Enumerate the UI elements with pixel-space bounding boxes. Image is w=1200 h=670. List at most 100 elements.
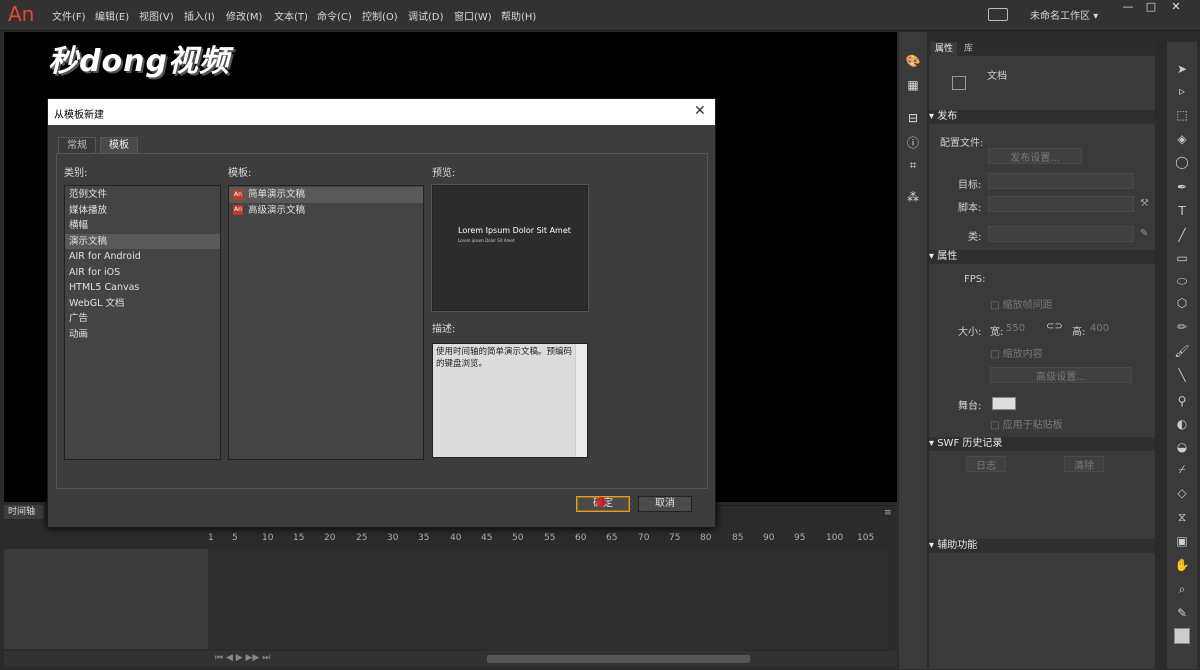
template-list[interactable]: An 简单演示文稿 An 高级演示文稿 [228,185,424,460]
tab-timeline[interactable]: 时间轴 [4,505,44,519]
tab-library[interactable]: 库 [960,42,977,56]
ruler-tick: 70 [638,533,650,543]
info-icon[interactable]: ⓘ [904,134,922,152]
close-window-button[interactable]: ✕ [1165,0,1187,13]
section-properties[interactable]: ▾ 属性 [929,250,1155,264]
list-item-selected[interactable]: 演示文稿 [65,233,220,249]
pencil-tool-icon[interactable]: ✏ [1170,320,1194,338]
color-icon[interactable]: 🎨 [904,54,922,72]
paint-brush-icon[interactable]: ╲ [1170,368,1194,386]
camera-tool-icon[interactable]: ▣ [1170,534,1194,552]
tab-general[interactable]: 常规 [58,137,96,154]
section-swf-history[interactable]: ▾ SWF 历史记录 [929,437,1155,451]
lasso-icon[interactable]: ◯ [1170,155,1194,173]
eraser-tool-icon[interactable]: ◇ [1170,486,1194,504]
publish-settings-button[interactable]: 发布设置... [988,148,1082,164]
list-item[interactable]: 范例文件 [65,187,220,203]
menu-edit[interactable]: 编辑(E) [95,8,129,23]
line-tool-icon[interactable]: ╱ [1170,228,1194,246]
cancel-button[interactable]: 取消 [638,496,692,512]
transform-icon[interactable]: ⌗ [904,158,922,176]
link-icon[interactable]: ⊂⊃ [1046,321,1063,332]
tab-templates[interactable]: 模板 [100,137,138,154]
playback-controls-icon[interactable]: ⏮ ◀ ▶ ▶▶ ⏭ [215,653,270,663]
sync-settings-icon[interactable] [988,8,1008,21]
subselection-tool-icon[interactable]: ▹ [1170,84,1194,102]
list-item[interactable]: 动画 [65,327,220,343]
oval-tool-icon[interactable]: ⬭ [1170,274,1194,292]
stage-color-swatch[interactable] [992,397,1016,410]
selection-tool-icon[interactable]: ➤ [1170,62,1194,80]
brush-tool-icon[interactable]: 🖌 [1170,344,1194,362]
align-icon[interactable]: ⊟ [904,111,922,129]
ruler-tick: 75 [669,533,681,543]
class-input[interactable] [988,226,1134,242]
log-button[interactable]: 日志 [966,456,1006,472]
section-properties-title: 属性 [937,251,958,262]
workspace-switcher[interactable]: 未命名工作区 ▾ [1030,7,1098,22]
list-item[interactable]: 广告 [65,311,220,327]
tab-properties[interactable]: 属性 [931,42,958,56]
clear-button[interactable]: 清除 [1064,456,1104,472]
description-box[interactable]: 使用时间轴的简单演示文稿。预编码的键盘浏览。 [432,343,588,458]
fill-color-swatch[interactable] [1174,628,1190,644]
menu-help[interactable]: 帮助(H) [501,8,536,23]
section-accessibility[interactable]: ▾ 辅助功能 [929,539,1155,553]
wrench-icon[interactable]: ⚒ [1140,198,1149,209]
height-value[interactable]: 400 [1090,323,1109,334]
menu-window[interactable]: 窗口(W) [454,8,492,23]
pen-tool-icon[interactable]: ✒ [1170,180,1194,198]
polystar-tool-icon[interactable]: ⬡ [1170,296,1194,314]
advanced-settings-button[interactable]: 高级设置... [990,367,1132,383]
list-item[interactable]: AIR for Android [65,249,220,265]
list-item[interactable]: HTML5 Canvas [65,280,220,296]
list-item[interactable]: 横幅 [65,218,220,234]
list-item[interactable]: 媒体播放 [65,203,220,219]
template-item-selected[interactable]: An 简单演示文稿 [229,187,423,203]
category-list[interactable]: 范例文件 媒体播放 横幅 演示文稿 AIR for Android AIR fo… [64,185,221,460]
panel-menu-icon[interactable]: ≡ [884,508,892,518]
menu-control[interactable]: 控制(O) [362,8,398,23]
paint-bucket-icon[interactable]: ◐ [1170,417,1194,435]
dialog-close-button[interactable]: ✕ [694,103,706,119]
list-item[interactable]: AIR for iOS [65,265,220,281]
section-publish[interactable]: ▾ 发布 [929,110,1155,124]
timeline-scrollbar[interactable] [487,655,750,663]
target-select[interactable] [988,173,1134,189]
apply-paste-checkbox[interactable]: □ 应用于粘贴板 [990,416,1063,431]
3d-rotation-icon[interactable]: ◈ [1170,132,1194,150]
minimize-button[interactable]: — [1117,0,1139,13]
maximize-button[interactable]: □ [1140,0,1162,13]
collapse-icon: ▾ [929,540,938,551]
menu-text[interactable]: 文本(T) [274,8,308,23]
template-item[interactable]: An 高级演示文稿 [229,203,423,219]
free-transform-icon[interactable]: ⬚ [1170,108,1194,126]
components-icon[interactable]: ⁂ [904,190,922,208]
menu-debug[interactable]: 调试(D) [408,8,444,23]
width-value[interactable]: 550 [1006,323,1025,334]
menu-commands[interactable]: 命令(C) [317,8,352,23]
ink-bottle-icon[interactable]: ◒ [1170,440,1194,458]
description-scrollbar[interactable] [575,344,587,457]
text-tool-icon[interactable]: T [1170,204,1194,222]
scale-spans-checkbox[interactable]: □ 缩放帧间距 [990,296,1053,311]
list-item[interactable]: WebGL 文档 [65,296,220,312]
menu-modify[interactable]: 修改(M) [226,8,262,23]
timeline-frames[interactable] [208,549,888,649]
menu-file[interactable]: 文件(F) [52,8,86,23]
menu-insert[interactable]: 插入(I) [184,8,215,23]
timeline-layers[interactable] [4,549,208,649]
scale-content-checkbox[interactable]: □ 缩放内容 [990,345,1043,360]
swatches-icon[interactable]: ▦ [904,78,922,96]
rectangle-tool-icon[interactable]: ▭ [1170,251,1194,269]
zoom-tool-icon[interactable]: ⌕ [1170,582,1194,600]
eyedropper-icon[interactable]: ⌿ [1170,462,1194,480]
menu-view[interactable]: 视图(V) [139,8,174,23]
timeline-ruler[interactable]: 1 5 10 15 20 25 30 35 40 45 50 55 60 65 … [208,533,888,547]
width-tool-icon[interactable]: ⧖ [1170,510,1194,528]
stroke-color-icon[interactable]: ✎ [1170,606,1194,624]
script-select[interactable] [988,196,1134,212]
pencil-icon[interactable]: ✎ [1140,228,1148,239]
hand-tool-icon[interactable]: ✋ [1170,558,1194,576]
bone-tool-icon[interactable]: ⚲ [1170,394,1194,412]
